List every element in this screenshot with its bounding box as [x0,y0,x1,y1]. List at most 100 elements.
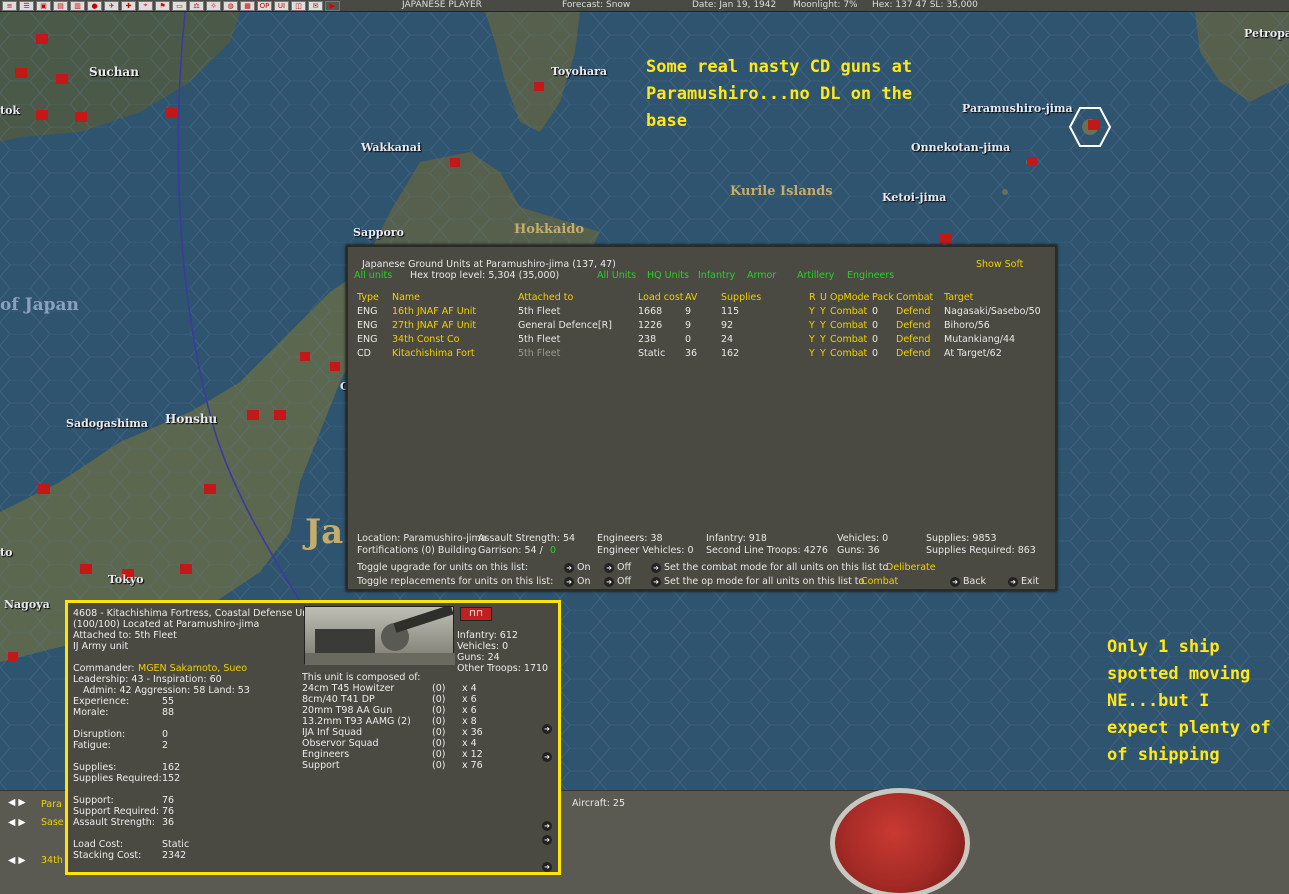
col-header-target[interactable]: Target [944,292,973,303]
bars-icon[interactable]: ▭ [172,0,187,11]
col-header-combat[interactable]: Combat [896,292,933,303]
col-header-attached[interactable]: Attached to [518,292,573,303]
col-header-av[interactable]: AV [685,292,697,303]
unit-r-toggle[interactable]: Y [809,306,815,317]
exit-button[interactable]: ➜ Exit [1008,576,1039,587]
arrow-right-icon[interactable]: ➜ [542,834,555,845]
filter-hq-units[interactable]: HQ Units [647,270,689,281]
unit-row[interactable]: CD Kitachishima Fort 5th Fleet Static 36… [348,348,1055,361]
globe-icon[interactable]: ◍ [223,0,238,11]
unit-opmode[interactable]: Combat [830,348,867,359]
col-header-load[interactable]: Load cost [638,292,684,303]
unit-u-toggle[interactable]: Y [820,334,826,345]
unit-u-toggle[interactable]: Y [820,320,826,331]
arrow-right-icon[interactable]: ➜ [542,723,555,734]
player-label: JAPANESE PLAYER [402,0,482,10]
arrow-right-icon[interactable]: ➜ [542,861,555,872]
unit-row[interactable]: ENG 27th JNAF AF Unit General Defence[R]… [348,320,1055,333]
unit-opmode[interactable]: Combat [830,334,867,345]
replace-off-button[interactable]: ➜ Off [604,576,631,587]
unit-combat[interactable]: Defend [896,320,930,331]
list-icon[interactable]: ☰ [19,0,34,11]
balance-icon[interactable]: ⚖ [189,0,204,11]
combat-mode-button[interactable]: ➜ Set the combat mode for all units on th… [651,562,888,573]
component-name[interactable]: Support [302,760,340,771]
component-name[interactable]: 20mm T98 AA Gun [302,705,392,716]
unit-r-toggle[interactable]: Y [809,348,815,359]
unit-r-toggle[interactable]: Y [809,334,815,345]
col-header-pack[interactable]: Pack [872,292,894,303]
summary-fortifications: Fortifications (0) Building [357,545,477,556]
unit-load: 1226 [638,320,663,331]
filter-engineers[interactable]: Engineers [847,270,894,281]
unit-row[interactable]: ENG 16th JNAF AF Unit 5th Fleet 1668 9 1… [348,306,1055,319]
ship-icon[interactable]: ✚ [121,0,136,11]
unit-name-link[interactable]: 27th JNAF AF Unit [392,320,476,331]
all-units-link[interactable]: All units [354,270,392,281]
side-item[interactable]: Para [41,799,62,810]
component-name[interactable]: Engineers [302,749,349,760]
leadership: Leadership: 43 - Inspiration: 60 [73,674,222,685]
window-icon[interactable]: ◫ [291,0,306,11]
sun-icon[interactable]: ☼ [206,0,221,11]
intel-icon[interactable]: ▥ [70,0,85,11]
prev-next-arrows[interactable]: ◀ ▶ [8,855,26,866]
show-soft-link[interactable]: Show Soft [976,259,1023,270]
save-icon[interactable]: ▣ [36,0,51,11]
filter-artillery[interactable]: Artillery [797,270,834,281]
col-header-supplies[interactable]: Supplies [721,292,761,303]
unit-name-link[interactable]: Kitachishima Fort [392,348,475,359]
unit-name-link[interactable]: 16th JNAF AF Unit [392,306,476,317]
menu-icon[interactable]: ≡ [2,0,17,11]
mail-icon[interactable]: ✉ [308,0,323,11]
col-header-opmode[interactable]: OpMode [830,292,869,303]
unit-r-toggle[interactable]: Y [809,320,815,331]
component-name[interactable]: 8cm/40 T41 DP [302,694,375,705]
location-icon[interactable]: ⌖ [138,0,153,11]
filter-armor[interactable]: Armor [747,270,776,281]
component-name[interactable]: 24cm T45 Howitzer [302,683,394,694]
unit-row[interactable]: ENG 34th Const Co 5th Fleet 238 0 24 Y Y… [348,334,1055,347]
arrow-right-icon[interactable]: ➜ [542,751,555,762]
upgrade-off-button[interactable]: ➜ Off [604,562,631,573]
op-icon[interactable]: OP [257,0,272,11]
side-item[interactable]: 34th [41,855,63,866]
unit-opmode[interactable]: Combat [830,320,867,331]
op-mode-value[interactable]: Combat [861,576,898,587]
japan-flag-icon[interactable]: ● [87,0,102,11]
prev-next-arrows[interactable]: ◀ ▶ [8,817,26,828]
back-button[interactable]: ➜ Back [950,576,986,587]
unit-name-link[interactable]: 34th Const Co [392,334,459,345]
unit-combat[interactable]: Defend [896,306,930,317]
unit-combat[interactable]: Defend [896,334,930,345]
component-name[interactable]: Observor Squad [302,738,379,749]
component-name[interactable]: 13.2mm T93 AAMG (2) [302,716,411,727]
filter-all-units[interactable]: All Units [597,270,636,281]
combat-mode-value[interactable]: Deliberate [886,562,936,573]
unit-u-toggle[interactable]: Y [820,306,826,317]
col-header-name[interactable]: Name [392,292,420,303]
aircraft-icon[interactable]: ✈ [104,0,119,11]
col-header-u[interactable]: U [820,292,827,303]
col-header-r[interactable]: R [809,292,816,303]
arrow-right-icon[interactable]: ➜ [542,820,555,831]
flag-icon[interactable]: ⚑ [155,0,170,11]
unit-u-toggle[interactable]: Y [820,348,826,359]
prev-next-arrows[interactable]: ◀ ▶ [8,797,26,808]
play-icon[interactable]: ▶ [325,0,340,11]
unit-opmode[interactable]: Combat [830,306,867,317]
op-mode-button[interactable]: ➜ Set the op mode for all units on this l… [651,576,864,587]
unit-combat[interactable]: Defend [896,348,930,359]
filter-infantry[interactable]: Infantry [698,270,735,281]
upgrade-on-button[interactable]: ➜ On [564,562,591,573]
end-turn-button[interactable] [830,788,970,894]
ui-icon[interactable]: UI [274,0,289,11]
replace-on-button[interactable]: ➜ On [564,576,591,587]
commander-link[interactable]: MGEN Sakamoto, Sueo [138,663,247,674]
doc-icon[interactable]: ▦ [240,0,255,11]
component-name[interactable]: IJA Inf Squad [302,727,362,738]
report-icon[interactable]: ▤ [53,0,68,11]
side-item[interactable]: Sase [41,817,64,828]
col-header-type[interactable]: Type [357,292,379,303]
unit-type-icon: ⊓⊓ [460,607,492,621]
